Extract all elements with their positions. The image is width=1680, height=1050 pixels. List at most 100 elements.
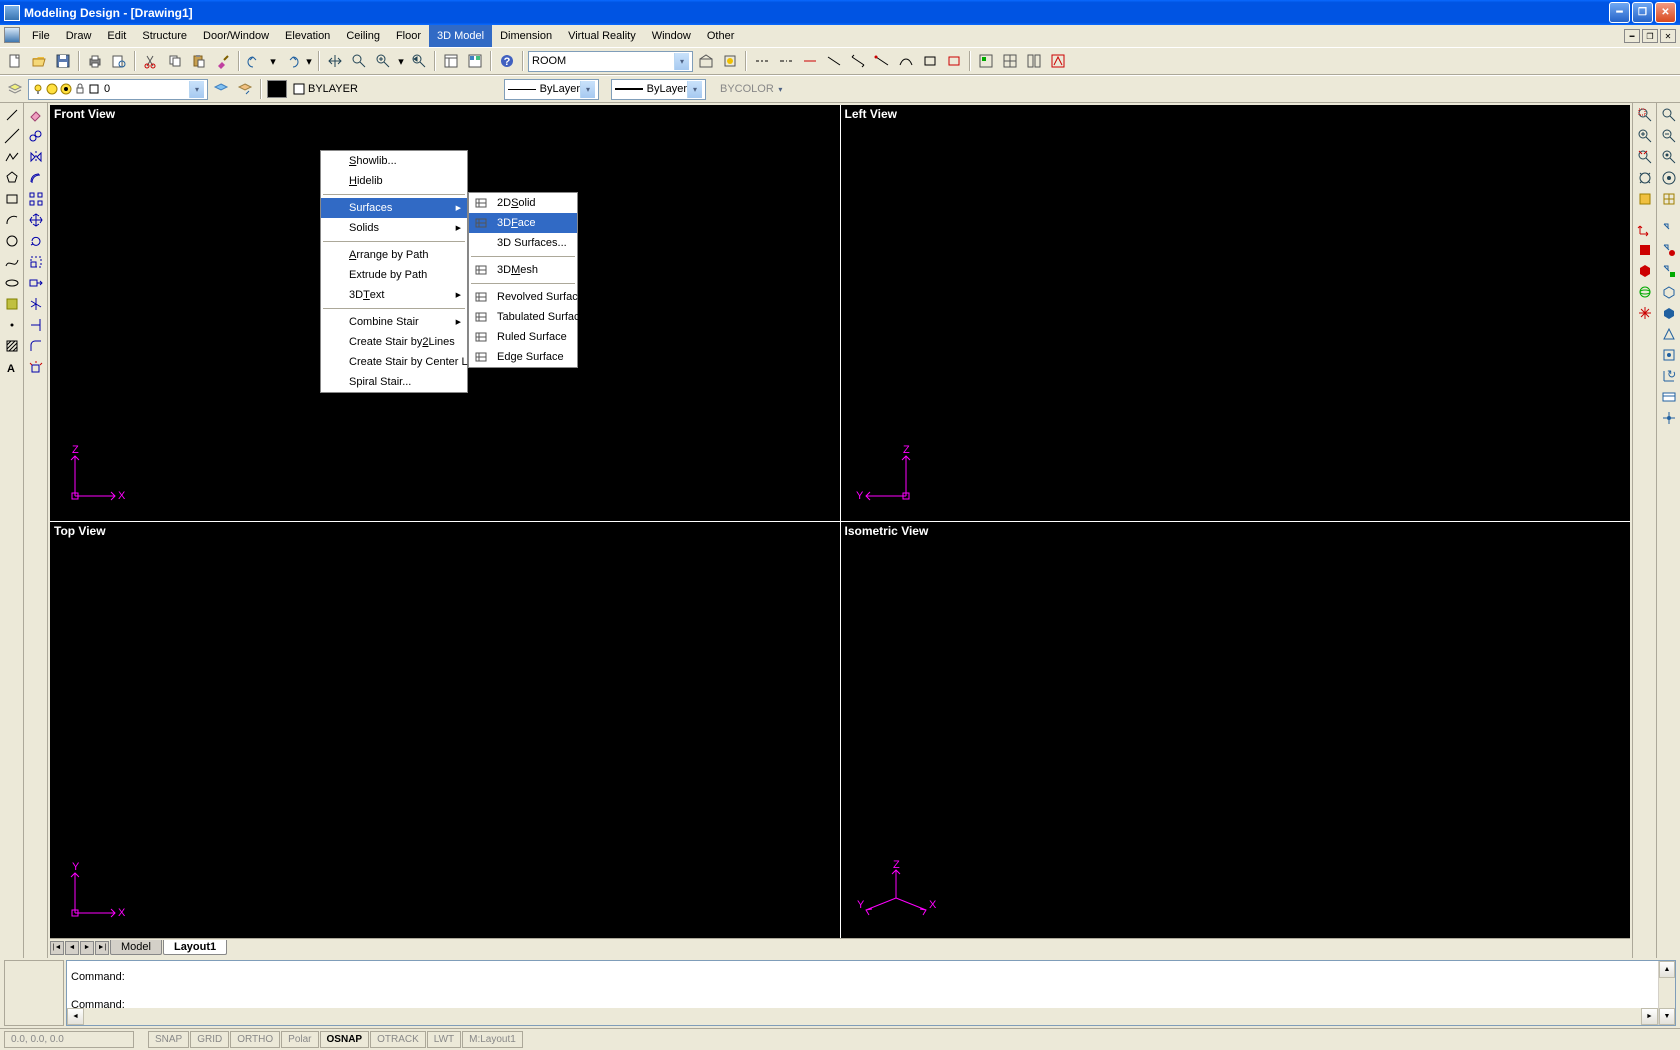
menu-3dmodel[interactable]: 3D Model [429,25,492,47]
menuitem-edge-surface[interactable]: Edge Surface [469,347,577,367]
linetype-5[interactable] [847,50,869,72]
linetype-dropdown[interactable]: ByLayer [504,79,599,100]
menu-doorwindow[interactable]: Door/Window [195,25,277,47]
view-button-1[interactable] [1635,240,1655,260]
layer-on-button[interactable] [210,78,232,100]
wire-button[interactable] [1659,189,1679,209]
status-otrack[interactable]: OTRACK [370,1031,426,1048]
menuitem-3d-face[interactable]: 3D Face [469,213,577,233]
arc-button[interactable] [2,210,22,230]
move-button[interactable] [26,210,46,230]
status-mlayout1[interactable]: M:Layout1 [462,1031,523,1048]
undo-dropdown[interactable]: ▾ [268,50,278,72]
zoom-in-r[interactable] [1635,126,1655,146]
menu-virtualreality[interactable]: Virtual Reality [560,25,644,47]
linetype-1[interactable] [751,50,773,72]
command-vscroll[interactable]: ▲ ▼ [1658,961,1675,1025]
menu-ceiling[interactable]: Ceiling [338,25,388,47]
tab-model[interactable]: Model [110,940,162,955]
lineweight-dropdown[interactable]: ByLayer [611,79,706,100]
status-grid[interactable]: GRID [190,1031,229,1048]
pline-button[interactable] [2,147,22,167]
view-tool-1[interactable] [975,50,997,72]
menuitem-create-stair-by-center-line[interactable]: Create Stair by Center Line [321,352,467,372]
command-input[interactable]: Command: Command: ▲ ▼ ◄ ► [66,960,1676,1026]
room-dropdown[interactable]: ROOM [528,51,693,72]
menu-window[interactable]: Window [644,25,699,47]
menu-dimension[interactable]: Dimension [492,25,560,47]
menuitem-ruled-surface[interactable]: Ruled Surface [469,327,577,347]
erase-button[interactable] [26,105,46,125]
bylayer-sq-dropdown[interactable]: BYLAYER [290,79,370,100]
maximize-button[interactable]: ❐ [1632,2,1653,23]
color-button[interactable] [266,78,288,100]
match-props-button[interactable] [212,50,234,72]
tab-last-button[interactable]: ►| [95,941,109,955]
fillet-button[interactable] [26,336,46,356]
tab-first-button[interactable]: |◄ [50,941,64,955]
open-button[interactable] [28,50,50,72]
ucs-view[interactable] [1659,345,1679,365]
view-button-2[interactable] [1635,261,1655,281]
menuitem-hidelib[interactable]: Hidelib [321,171,467,191]
menuitem-3d-surfaces---[interactable]: 3D Surfaces... [469,233,577,253]
status-polar[interactable]: Polar [281,1031,318,1048]
design-center-button[interactable] [464,50,486,72]
zoom-previous-button[interactable] [408,50,430,72]
zoom-extents-r[interactable] [1635,147,1655,167]
status-snap[interactable]: SNAP [148,1031,189,1048]
zoom-window-button[interactable] [372,50,394,72]
spline-button[interactable] [2,252,22,272]
linetype-2[interactable] [775,50,797,72]
menuitem-3d-mesh[interactable]: 3D Mesh [469,260,577,280]
zoom-scale-r[interactable] [1659,147,1679,167]
tab-layout1[interactable]: Layout1 [163,940,227,955]
print-button[interactable] [84,50,106,72]
menuitem-tabulated-surface[interactable]: Tabulated Surface [469,307,577,327]
menuitem-spiral-stair---[interactable]: Spiral Stair... [321,372,467,392]
save-button[interactable] [52,50,74,72]
bycolor-dropdown[interactable]: BYCOLOR [716,79,791,100]
print-preview-button[interactable] [108,50,130,72]
redo-dropdown[interactable]: ▾ [304,50,314,72]
view-tool-2[interactable] [999,50,1021,72]
menuitem-create-stair-by-2-lines[interactable]: Create Stair by 2 Lines [321,332,467,352]
ucs-named[interactable] [1659,387,1679,407]
hatch-button[interactable] [2,336,22,356]
menuitem-showlib---[interactable]: Showlib... [321,151,467,171]
status-lwt[interactable]: LWT [427,1031,461,1048]
xline-button[interactable] [2,126,22,146]
zoom-dyn-r[interactable] [1659,105,1679,125]
ucs-button[interactable] [1635,219,1655,239]
circle-button[interactable] [2,231,22,251]
room-tool-2[interactable] [719,50,741,72]
menuitem-extrude-by-path[interactable]: Extrude by Path [321,265,467,285]
explode-button[interactable] [26,357,46,377]
rectangle-button[interactable] [2,189,22,209]
mirror-button[interactable] [26,147,46,167]
stretch-button[interactable] [26,273,46,293]
tab-next-button[interactable]: ► [80,941,94,955]
help-button[interactable]: ? [496,50,518,72]
linetype-8[interactable] [919,50,941,72]
coordinate-display[interactable]: 0.0, 0.0, 0.0 [4,1031,134,1048]
menu-draw[interactable]: Draw [58,25,100,47]
menu-edit[interactable]: Edit [99,25,134,47]
polygon-button[interactable] [2,168,22,188]
paste-button[interactable] [188,50,210,72]
orbit-free-button[interactable] [1635,303,1655,323]
menuitem-3d-text[interactable]: 3D Text [321,285,467,305]
linetype-4[interactable] [823,50,845,72]
command-hscroll[interactable]: ◄ ► [67,1008,1658,1025]
view-tool-4[interactable] [1047,50,1069,72]
linetype-6[interactable] [871,50,893,72]
zoom-dropdown[interactable]: ▾ [396,50,406,72]
point-button[interactable] [2,315,22,335]
undo-button[interactable] [244,50,266,72]
offset-button[interactable] [26,168,46,188]
ucs-3p[interactable] [1659,303,1679,323]
minimize-button[interactable]: ━ [1609,2,1630,23]
tab-prev-button[interactable]: ◄ [65,941,79,955]
viewport-area[interactable]: Front View XZ Left View YZ Top Vie [50,105,1630,938]
viewport-left[interactable]: Left View YZ [841,105,1631,521]
